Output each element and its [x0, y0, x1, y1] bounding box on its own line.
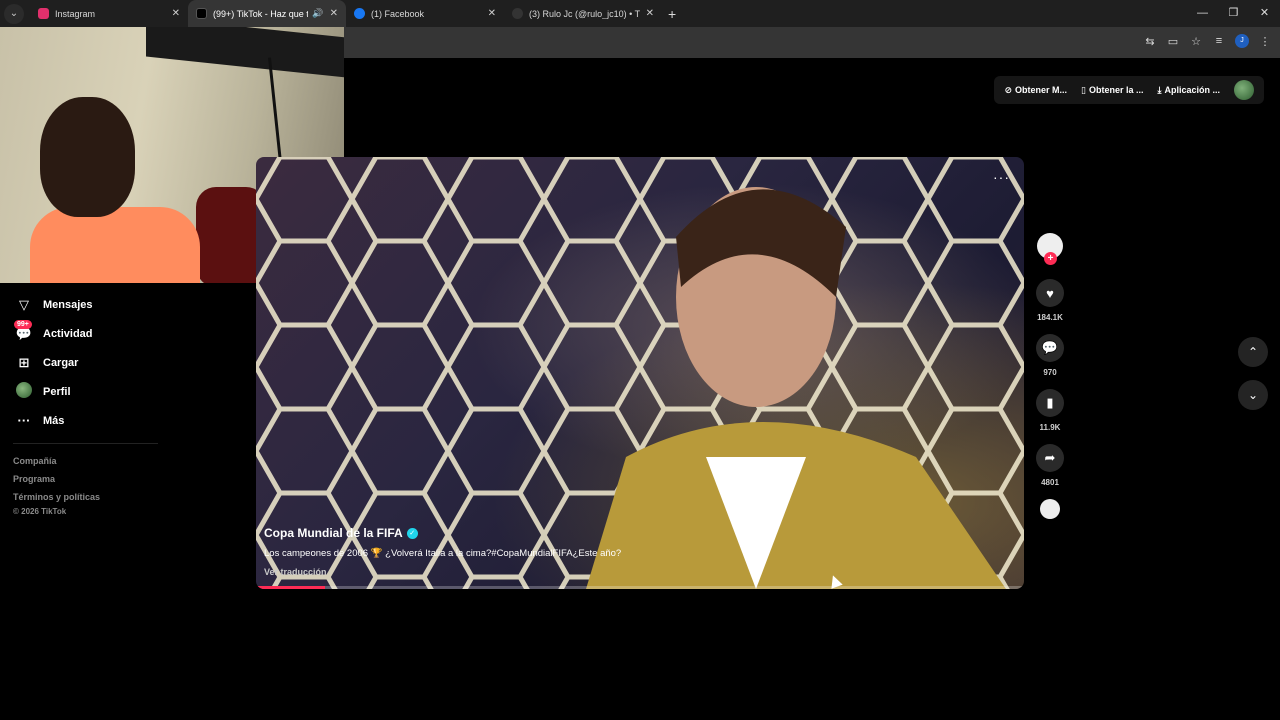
chevron-down-icon: ⌄: [1247, 388, 1259, 402]
share-arrow-icon: ➦: [1044, 450, 1056, 465]
share-button[interactable]: ➦: [1036, 444, 1064, 472]
footer-link-terms[interactable]: Términos y políticas: [0, 488, 170, 506]
tiktok-favicon-icon: [196, 8, 207, 19]
bookmark-icon: ▮: [1046, 395, 1054, 410]
webcam-tv: [146, 27, 344, 78]
sidebar-item-messages[interactable]: ▽ Mensajes: [0, 290, 170, 319]
browser-tab-bar: ⌄ Instagram ✕ (99+) TikTok - Haz que tu …: [0, 0, 1280, 27]
phone-icon: ▯: [1081, 84, 1086, 95]
close-tab-icon[interactable]: ✕: [330, 8, 338, 19]
sidebar-item-upload[interactable]: ⊞ Cargar: [0, 348, 170, 377]
copyright-text: © 2026 TikTok: [13, 507, 67, 516]
download-icon: ⤓: [1157, 84, 1162, 95]
cast-icon[interactable]: ▭: [1166, 35, 1180, 48]
tab-search-icon[interactable]: ⌄: [4, 3, 24, 24]
close-tab-icon[interactable]: ✕: [488, 8, 496, 19]
sidebar-divider: [13, 443, 158, 444]
tab-title: (99+) TikTok - Haz que tu día: [213, 8, 309, 19]
activity-badge: 99+: [14, 320, 32, 329]
tab-threads[interactable]: (3) Rulo Jc (@rulo_jc10) • Threads ✕: [504, 0, 662, 27]
more-dots-icon: ···: [17, 413, 31, 428]
follow-plus-icon[interactable]: +: [1044, 252, 1057, 265]
webcam-person-head: [40, 97, 135, 217]
comment-button[interactable]: 💬: [1036, 334, 1064, 362]
close-tab-icon[interactable]: ✕: [172, 8, 180, 19]
sidebar-item-label: Perfil: [43, 385, 71, 398]
goalkeeper-graphic: [586, 187, 1006, 589]
next-video-button[interactable]: ⌄: [1238, 380, 1268, 410]
tab-title: Instagram: [55, 8, 96, 19]
reading-list-icon[interactable]: ≡: [1212, 35, 1226, 47]
coin-icon: ⊘: [1004, 84, 1013, 95]
close-tab-icon[interactable]: ✕: [646, 8, 654, 19]
tab-title: (1) Facebook: [371, 8, 425, 19]
sidebar-item-more[interactable]: ··· Más: [0, 406, 170, 435]
desktop-app-button[interactable]: ⤓ Aplicación ...: [1158, 85, 1221, 96]
sidebar-item-label: Más: [43, 414, 65, 427]
tab-title: (3) Rulo Jc (@rulo_jc10) • Threads: [529, 8, 640, 19]
user-avatar[interactable]: [1234, 80, 1254, 100]
video-author[interactable]: Copa Mundial de la FIFA ✓: [264, 526, 621, 540]
upload-icon: ⊞: [18, 354, 30, 370]
see-translation-link[interactable]: Ver traducción: [264, 567, 621, 577]
desktop-app-label: Aplicación ...: [1164, 85, 1220, 95]
comment-count: 970: [1043, 368, 1057, 377]
like-count: 184.1K: [1037, 313, 1063, 322]
chevron-up-icon: ⌃: [1247, 345, 1259, 359]
save-button[interactable]: ▮: [1036, 389, 1064, 417]
creator-avatar[interactable]: +: [1037, 233, 1063, 265]
video-action-rail: + ♥ 184.1K 💬 970 ▮ 11.9K ➦ 4801: [1036, 233, 1064, 519]
video-progress-bar[interactable]: [256, 586, 1024, 589]
window-controls: — ❐ ✕: [1187, 0, 1280, 27]
get-app-button[interactable]: ▯ Obtener la ...: [1081, 85, 1143, 96]
bookmark-star-icon[interactable]: ☆: [1189, 35, 1203, 48]
author-name: Copa Mundial de la FIFA: [264, 526, 403, 540]
footer-link-program[interactable]: Programa: [0, 470, 170, 488]
profile-avatar-icon: [15, 382, 33, 401]
sidebar-item-label: Mensajes: [43, 298, 93, 311]
video-more-options-icon[interactable]: ···: [993, 169, 1010, 185]
video-progress-fill: [256, 586, 326, 589]
get-app-label: Obtener la ...: [1088, 85, 1144, 95]
sidebar-item-profile[interactable]: Perfil: [0, 377, 170, 406]
tab-instagram[interactable]: Instagram ✕: [30, 0, 188, 27]
video-player[interactable]: ··· Copa Mundial de la FIFA ✓ Los campeo…: [256, 157, 1024, 589]
instagram-favicon-icon: [38, 8, 49, 19]
get-coins-label: Obtener M...: [1015, 85, 1068, 95]
tiktok-top-actions: ⊘ Obtener M... ▯ Obtener la ... ⤓ Aplicació…: [994, 76, 1264, 104]
verified-badge-icon: ✓: [406, 527, 418, 539]
share-count: 4801: [1041, 478, 1059, 487]
facebook-favicon-icon: [354, 8, 365, 19]
minimize-button[interactable]: —: [1187, 0, 1218, 27]
video-caption: Copa Mundial de la FIFA ✓ Los campeones …: [264, 526, 621, 577]
toolbar-icons: ⇆ ▭ ☆ ≡ J ⋮: [1143, 34, 1272, 48]
profile-avatar[interactable]: J: [1235, 34, 1249, 48]
webcam-person-body: [30, 207, 200, 283]
menu-kebab-icon[interactable]: ⋮: [1258, 35, 1272, 48]
send-icon: ▽: [19, 296, 29, 312]
like-button[interactable]: ♥: [1036, 279, 1064, 307]
new-tab-button[interactable]: +: [668, 6, 676, 22]
comment-icon: 💬: [1041, 340, 1059, 355]
speaker-icon[interactable]: 🔊: [312, 8, 323, 19]
translate-icon[interactable]: ⇆: [1143, 35, 1157, 48]
restore-button[interactable]: ❐: [1218, 0, 1249, 27]
sound-disc-icon[interactable]: [1040, 499, 1060, 519]
heart-icon: ♥: [1046, 285, 1054, 301]
get-coins-button[interactable]: ⊘ Obtener M...: [1004, 85, 1067, 96]
sidebar-item-label: Actividad: [43, 327, 93, 340]
close-window-button[interactable]: ✕: [1249, 0, 1280, 27]
sidebar-item-label: Cargar: [43, 356, 79, 369]
save-count: 11.9K: [1039, 423, 1061, 432]
video-description: Los campeones de 2006 🏆 ¿Volverá Italia …: [264, 548, 622, 559]
tiktok-sidebar: ▽ Mensajes 💬 99+ Actividad ⊞ Cargar Perf…: [0, 290, 170, 516]
threads-favicon-icon: [512, 8, 523, 19]
footer-link-company[interactable]: Compañía: [0, 452, 170, 470]
sidebar-item-activity[interactable]: 💬 99+ Actividad: [0, 319, 170, 348]
tab-tiktok[interactable]: (99+) TikTok - Haz que tu día 🔊 ✕: [188, 0, 346, 27]
previous-video-button[interactable]: ⌃: [1238, 337, 1268, 367]
tab-facebook[interactable]: (1) Facebook ✕: [346, 0, 504, 27]
